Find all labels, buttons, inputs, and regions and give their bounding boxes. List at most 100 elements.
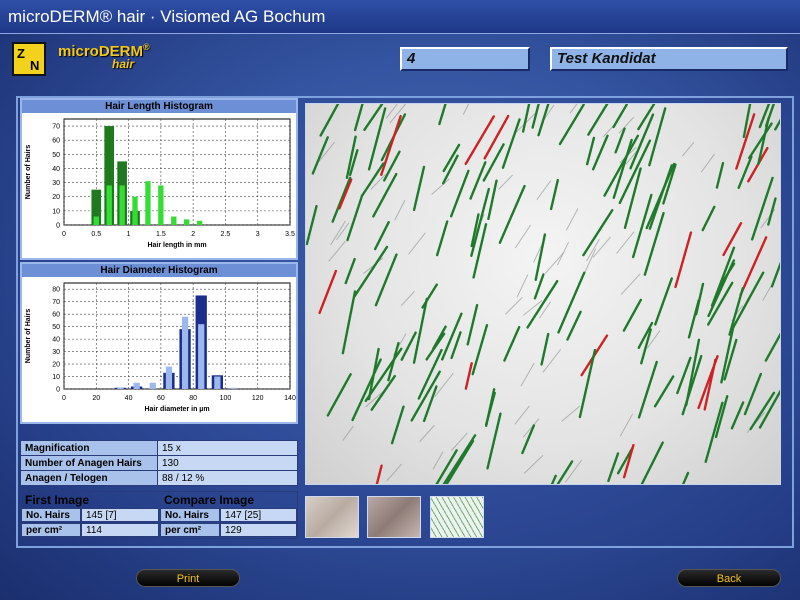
compare-percm-label: per cm² [160,523,220,537]
anagen-hair-mark [737,155,753,189]
anagen-hair-mark [531,104,540,129]
anagen-hair-mark [774,118,780,131]
hair-texture [451,432,468,452]
hair-texture [561,405,581,422]
zn-logo-icon: Z N [12,42,46,76]
anagen-hair-mark [311,135,330,175]
print-button[interactable]: Print [136,569,240,587]
diameter-ytick-label: 70 [52,299,60,306]
anagen-hair-mark [715,161,725,189]
thumbnail-analysis[interactable] [430,496,484,538]
logo-mark-z: Z [17,46,25,61]
anagen-hair-mark [466,303,479,346]
length-bar [93,216,99,225]
hair-texture [516,274,529,298]
hair-texture [565,459,583,483]
hair-texture [342,425,354,441]
anagen-hair-mark [326,372,352,417]
hair-texture [431,178,450,195]
compare-hairs-label: No. Hairs [160,508,220,522]
table-row: Magnification 15 x [20,440,298,456]
anagen-hair-mark [435,219,449,257]
hair-texture [520,362,535,387]
diameter-xtick-label: 0 [62,395,66,402]
length-bar [145,181,151,225]
anagen-hair-mark [353,104,364,132]
diameter-xtick-label: 120 [252,395,264,402]
length-ylabel: Number of Hairs [25,145,32,200]
anagen-hair-mark [566,310,582,341]
diameter-xtick-label: 100 [220,395,232,402]
thumbnail-enhanced[interactable] [367,496,421,538]
anagen-hair-mark [370,374,396,411]
anagen-hair-mark [582,209,614,257]
anagen-hair-mark [438,104,447,126]
length-ytick-label: 40 [52,166,60,173]
length-bar [132,196,138,225]
anagen-hair-mark [422,385,438,423]
diameter-ylabel: Number of Hairs [25,309,32,364]
length-xtick-label: 3.5 [285,231,295,238]
diameter-histogram-chart: 0 20 40 60 80 100 120 140 0 10 20 30 40 50 60 70 80 Hair … [25,282,296,413]
anagen-hair-mark [557,271,586,334]
length-xtick-label: 2.5 [221,231,231,238]
length-bar [158,185,164,225]
patient-id-field[interactable]: 4 [400,47,530,71]
anagen-hair-mark [704,401,724,463]
hair-texture [616,231,635,254]
hair-texture [394,199,406,221]
back-button[interactable]: Back [677,569,781,587]
hair-texture [498,174,513,190]
anagen-hair-mark [498,184,526,244]
length-xtick-label: 1 [127,231,131,238]
compare-percm-value: 129 [220,523,297,537]
hair-texture [330,220,346,246]
length-xlabel: Hair length in mm [147,242,206,249]
length-ytick-label: 10 [52,208,60,215]
anagen-telogen-value: 88 / 12 % [157,470,298,486]
diameter-bar [198,324,205,389]
anagen-hair-mark [534,233,547,281]
anagen-hair-mark [412,165,426,212]
length-bar [171,216,177,225]
diameter-histogram-title: Hair Diameter Histogram [22,264,296,277]
anagen-hair-mark [503,325,521,362]
anagen-hair-mark [487,179,498,221]
anagen-hair-mark [731,271,765,330]
diameter-xlabel: Hair diameter in µm [144,406,209,413]
anagen-telogen-label: Anagen / Telogen [20,470,158,486]
anagen-hair-mark [653,375,675,408]
anagen-hair-mark [556,460,574,484]
hair-texture [619,413,634,437]
compare-image-title: Compare Image [164,493,255,507]
hair-texture [544,252,565,274]
telogen-hair-mark [464,362,473,390]
anagen-hair-mark [587,104,609,136]
info-table: Magnification 15 x Number of Anagen Hair… [20,440,298,486]
hair-texture [514,224,532,249]
hair-texture [408,232,426,255]
anagen-hair-mark [486,412,502,470]
diameter-ytick-label: 40 [52,337,60,344]
hair-texture [505,297,523,315]
diameter-ytick-label: 10 [52,374,60,381]
anagen-hair-mark [578,348,597,419]
length-xtick-label: 0.5 [91,231,101,238]
first-percm-label: per cm² [21,523,81,537]
hair-texture [542,349,562,373]
anagen-hair-mark [390,405,405,445]
anagen-hair-mark [612,104,628,129]
anagen-hair-mark [341,290,357,355]
patient-name-field[interactable]: Test Kandidat [550,47,788,71]
anagen-hair-mark [484,388,496,427]
telogen-hair-mark [464,114,496,166]
hair-analysis-image[interactable] [305,103,781,485]
diameter-bar [214,376,221,389]
anagen-hair-mark [730,401,745,430]
first-hairs-label: No. Hairs [21,508,81,522]
telogen-hair-mark [697,354,719,410]
anagen-hair-mark [643,211,665,276]
anagen-hair-mark [550,474,557,484]
thumbnail-original[interactable] [305,496,359,538]
anagen-hair-mark [319,104,340,137]
